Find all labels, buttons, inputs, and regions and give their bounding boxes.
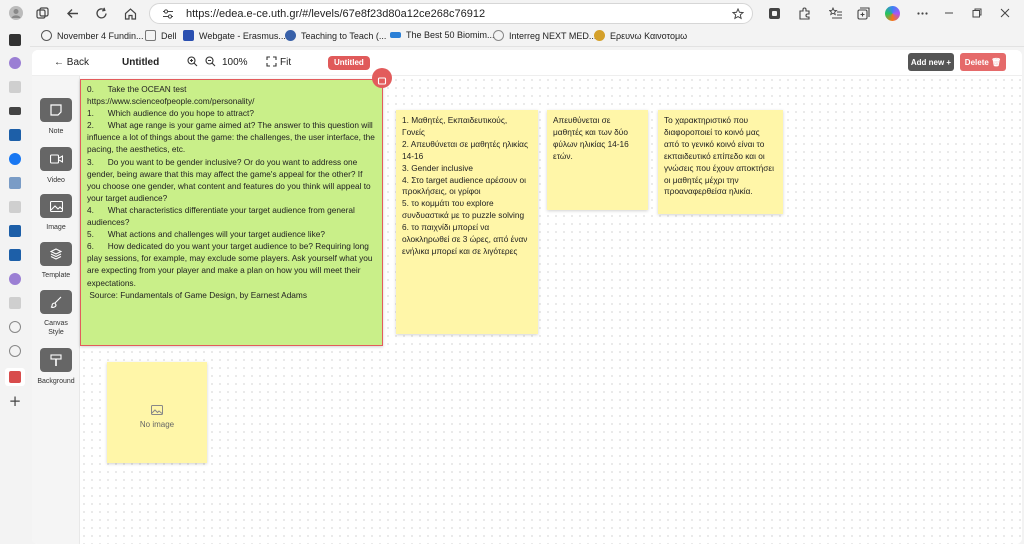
sticky-note[interactable]: Το χαρακτηριστικό που διαφοροποιεί το κο… bbox=[658, 110, 783, 214]
video-icon bbox=[40, 147, 72, 171]
facebook-icon[interactable] bbox=[9, 153, 21, 165]
title-badge: Untitled bbox=[328, 56, 370, 70]
zoom-level: 100% bbox=[222, 57, 248, 68]
workspaces-icon[interactable] bbox=[34, 5, 50, 21]
brush-icon bbox=[40, 290, 72, 314]
back-button[interactable]: ← Back bbox=[54, 57, 89, 68]
canvas-style-tool[interactable]: Canvas Style bbox=[37, 290, 75, 337]
tab-favicon-icon[interactable] bbox=[9, 81, 21, 93]
tab-favicon-icon[interactable] bbox=[9, 201, 21, 213]
browser-toolbar: https://edea.e-ce.uth.gr/#/levels/67e8f2… bbox=[0, 0, 1024, 27]
site-info-icon[interactable] bbox=[160, 6, 176, 22]
background-tool[interactable]: Background bbox=[37, 348, 75, 386]
image-placeholder-icon bbox=[107, 405, 207, 417]
folder-icon bbox=[145, 30, 156, 41]
bookmark-item[interactable]: Teaching to Teach (... bbox=[285, 30, 386, 41]
image-tool[interactable]: Image bbox=[37, 194, 75, 232]
tab-favicon-icon[interactable] bbox=[9, 57, 21, 69]
restore-icon[interactable] bbox=[969, 5, 985, 21]
close-icon[interactable] bbox=[997, 5, 1013, 21]
no-image-label: No image bbox=[139, 420, 175, 429]
extensions-icon[interactable] bbox=[796, 5, 812, 21]
lightbulb-icon bbox=[594, 30, 605, 41]
sticky-note[interactable]: 1. Μαθητές, Εκπαιδευτικούς, Γονείς 2. Απ… bbox=[396, 110, 538, 334]
fit-button[interactable]: Fit bbox=[280, 57, 291, 68]
note-tool[interactable]: Note bbox=[37, 98, 75, 136]
zoom-out-icon[interactable] bbox=[205, 56, 216, 70]
eu-flag-icon bbox=[183, 30, 194, 41]
new-tab-plus-icon[interactable]: + bbox=[7, 394, 23, 410]
refresh-icon[interactable] bbox=[93, 5, 109, 21]
template-tool[interactable]: Template bbox=[37, 242, 75, 280]
canvas[interactable]: 0. Take the OCEAN test https://www.scien… bbox=[80, 68, 1022, 544]
image-card[interactable]: No image bbox=[107, 362, 207, 463]
sticky-note[interactable]: Απευθύνεται σε μαθητές και των δύο φύλων… bbox=[547, 110, 648, 210]
site-icon bbox=[493, 30, 504, 41]
bookmark-item[interactable]: Ερευνω Καινοτομω bbox=[594, 30, 687, 41]
template-icon bbox=[40, 242, 72, 266]
tab-actions-icon[interactable] bbox=[9, 34, 21, 46]
tab-favicon-icon[interactable] bbox=[9, 249, 21, 261]
favorites-list-icon[interactable] bbox=[827, 5, 843, 21]
minimize-icon[interactable] bbox=[941, 5, 957, 21]
add-new-button[interactable]: Add new + bbox=[908, 53, 954, 71]
sticky-note-selected[interactable]: 0. Take the OCEAN test https://www.scien… bbox=[80, 79, 383, 346]
fit-icon[interactable] bbox=[266, 56, 277, 70]
tab-favicon-icon[interactable] bbox=[9, 225, 21, 237]
tab-favicon-icon[interactable] bbox=[9, 297, 21, 309]
bookmark-item[interactable]: Dell bbox=[145, 30, 177, 41]
note-icon bbox=[40, 98, 72, 122]
globe-icon bbox=[41, 30, 52, 41]
more-options-icon[interactable] bbox=[914, 5, 930, 21]
bookmark-item[interactable]: Interreg NEXT MED... bbox=[493, 30, 596, 41]
image-icon bbox=[40, 194, 72, 218]
url-text: https://edea.e-ce.uth.gr/#/levels/67e8f2… bbox=[186, 8, 486, 20]
browser-sidebar: + bbox=[0, 27, 30, 544]
profile-icon[interactable] bbox=[8, 5, 24, 21]
bookmarks-bar: November 4 Fundin... Dell Webgate - Eras… bbox=[0, 27, 1024, 47]
zoom-in-icon[interactable] bbox=[187, 56, 198, 70]
delete-button[interactable]: Delete 🗑 bbox=[960, 53, 1006, 71]
collections-icon[interactable] bbox=[855, 5, 871, 21]
globe-icon[interactable] bbox=[9, 345, 21, 357]
tab-favicon-icon[interactable] bbox=[9, 273, 21, 285]
home-icon[interactable] bbox=[122, 5, 138, 21]
app-toolbar: ← Back Untitled 100% Fit Untitled Add ne… bbox=[32, 50, 1022, 76]
linkedin-icon[interactable] bbox=[9, 177, 21, 189]
back-arrow-icon[interactable] bbox=[64, 5, 80, 21]
address-bar[interactable]: https://edea.e-ce.uth.gr/#/levels/67e8f2… bbox=[149, 3, 753, 24]
delete-note-icon[interactable] bbox=[372, 68, 392, 88]
app-window: ← Back Untitled 100% Fit Untitled Add ne… bbox=[32, 50, 1022, 544]
paint-roller-icon bbox=[40, 348, 72, 372]
edea-favicon-icon[interactable] bbox=[9, 371, 21, 383]
bookmark-item[interactable]: November 4 Fundin... bbox=[41, 30, 144, 41]
globe-icon[interactable] bbox=[9, 321, 21, 333]
copilot-icon[interactable] bbox=[885, 6, 900, 21]
browser-essentials-icon[interactable] bbox=[766, 5, 782, 21]
favorite-star-icon[interactable] bbox=[730, 6, 746, 22]
tab-favicon-icon[interactable] bbox=[9, 129, 21, 141]
level-title[interactable]: Untitled bbox=[122, 57, 159, 68]
video-tool[interactable]: Video bbox=[37, 147, 75, 185]
bird-icon bbox=[390, 32, 401, 38]
bookmark-item[interactable]: Webgate - Erasmus... bbox=[183, 30, 286, 41]
mail-icon[interactable] bbox=[9, 107, 21, 115]
tools-panel: Note Video Image Template Canvas Style B… bbox=[32, 76, 80, 544]
bookmark-item[interactable]: The Best 50 Biomim... bbox=[390, 30, 495, 40]
wordpress-icon bbox=[285, 30, 296, 41]
